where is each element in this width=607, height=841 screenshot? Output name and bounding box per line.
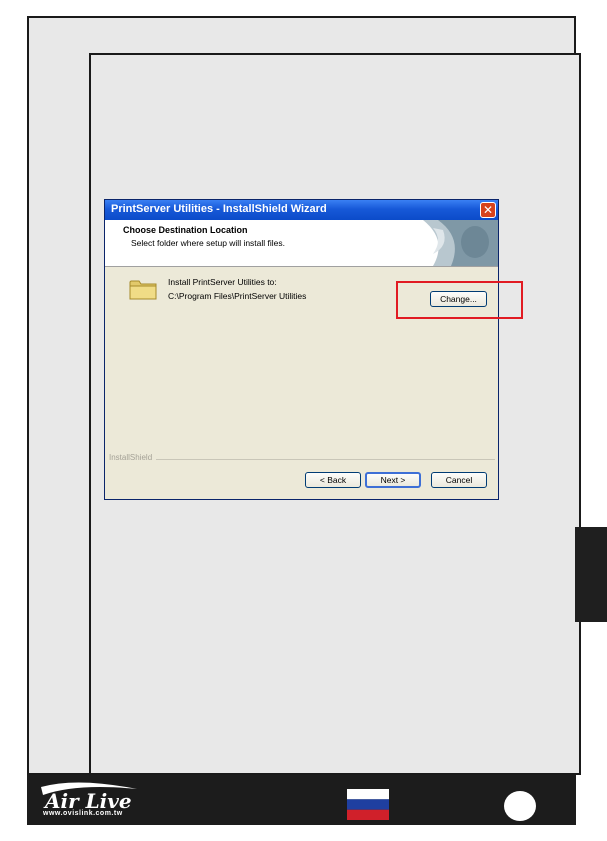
separator-line [109,459,495,460]
wizard-title: PrintServer Utilities - InstallShield Wi… [111,203,327,215]
installshield-wizard-window: PrintServer Utilities - InstallShield Wi… [104,199,523,500]
back-button[interactable]: < Back [305,472,361,488]
install-location-label: Install PrintServer Utilities to: [168,277,277,287]
cancel-button[interactable]: Cancel [431,472,487,488]
installshield-label: InstallShield [109,453,157,462]
page-number-circle [504,791,536,821]
step-title: Choose Destination Location [123,225,248,235]
russia-flag-icon [347,789,389,820]
brand-url: www.ovislink.com.tw [43,810,123,817]
wizard-titlebar[interactable]: PrintServer Utilities - InstallShield Wi… [105,200,498,220]
step-subtitle: Select folder where setup will install f… [131,238,286,248]
install-path-value: C:\Program Files\PrintServer Utilities [168,291,307,301]
wizard-header: Choose Destination Location Select folde… [105,220,498,267]
change-highlight-box [396,281,523,319]
installshield-graphic-icon [403,220,498,266]
footer-bar: Air Live www.ovislink.com.tw [27,775,576,825]
section-side-tab [575,527,607,622]
close-icon[interactable]: ✕ [480,202,496,218]
next-button[interactable]: Next > [365,472,421,488]
folder-icon [129,280,157,300]
